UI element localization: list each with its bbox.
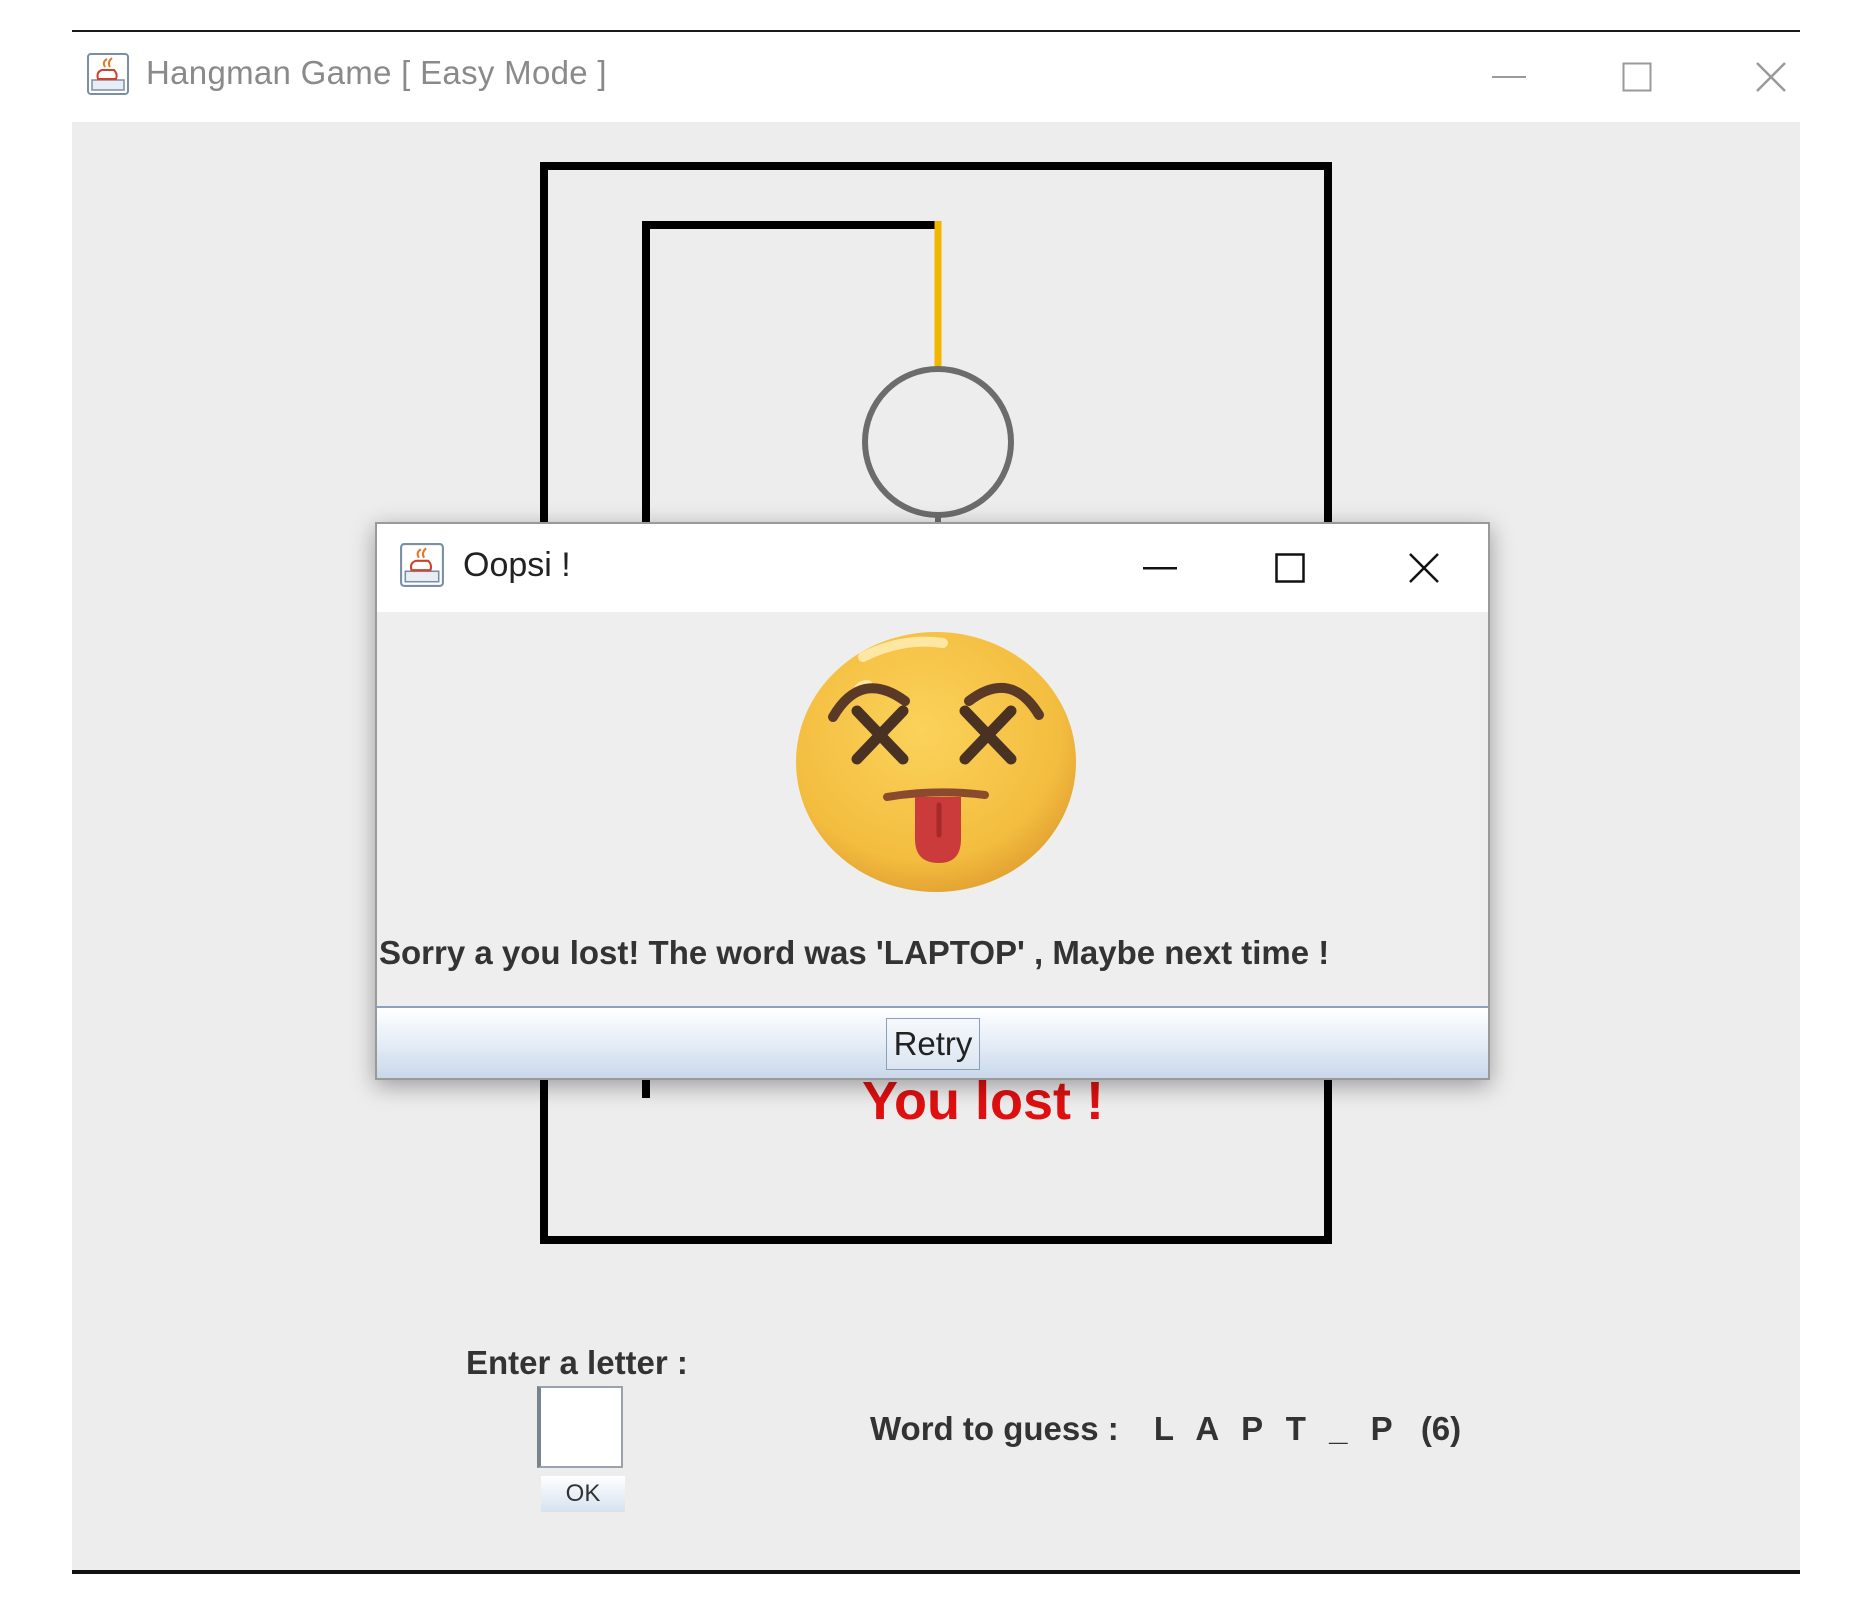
- word-to-guess: Word to guess : L A P T _ P (6): [870, 1410, 1461, 1448]
- main-titlebar[interactable]: Hangman Game [ Easy Mode ]: [72, 32, 1800, 122]
- retry-button[interactable]: Retry: [886, 1018, 980, 1070]
- enter-letter-label: Enter a letter :: [466, 1344, 688, 1381]
- dizzy-face-emoji-icon: [796, 632, 1076, 892]
- maximize-icon: [1622, 62, 1652, 92]
- window-title: Hangman Game [ Easy Mode ]: [146, 54, 607, 91]
- word-length: (6): [1420, 1410, 1462, 1447]
- dialog-titlebar[interactable]: Oopsi !: [377, 524, 1488, 612]
- dialog-title: Oopsi !: [463, 546, 571, 584]
- maximize-icon: [1275, 553, 1305, 583]
- dialog-maximize-button[interactable]: [1245, 534, 1335, 602]
- bottom-border: [72, 1570, 1800, 1574]
- close-button[interactable]: [1726, 42, 1816, 112]
- java-cup-icon: [400, 543, 444, 587]
- word-label: Word to guess :: [870, 1410, 1119, 1447]
- close-icon: [1409, 553, 1439, 583]
- dialog-close-button[interactable]: [1379, 534, 1469, 602]
- letter-input[interactable]: [537, 1386, 623, 1468]
- maximize-button[interactable]: [1592, 42, 1682, 112]
- java-cup-icon: [87, 53, 129, 95]
- dialog-button-bar: Retry: [377, 1006, 1488, 1078]
- lost-dialog: Oopsi ! Sorry a you lost! The word was '…: [375, 522, 1490, 1080]
- minimize-icon: [1143, 567, 1177, 570]
- minimize-icon: [1492, 76, 1526, 78]
- close-icon: [1756, 62, 1786, 92]
- dialog-message: Sorry a you lost! The word was 'LAPTOP' …: [379, 934, 1330, 971]
- minimize-button[interactable]: [1464, 42, 1554, 112]
- dialog-minimize-button[interactable]: [1115, 534, 1205, 602]
- word-progress: L A P T _ P: [1153, 1410, 1400, 1447]
- ok-button[interactable]: OK: [541, 1476, 625, 1512]
